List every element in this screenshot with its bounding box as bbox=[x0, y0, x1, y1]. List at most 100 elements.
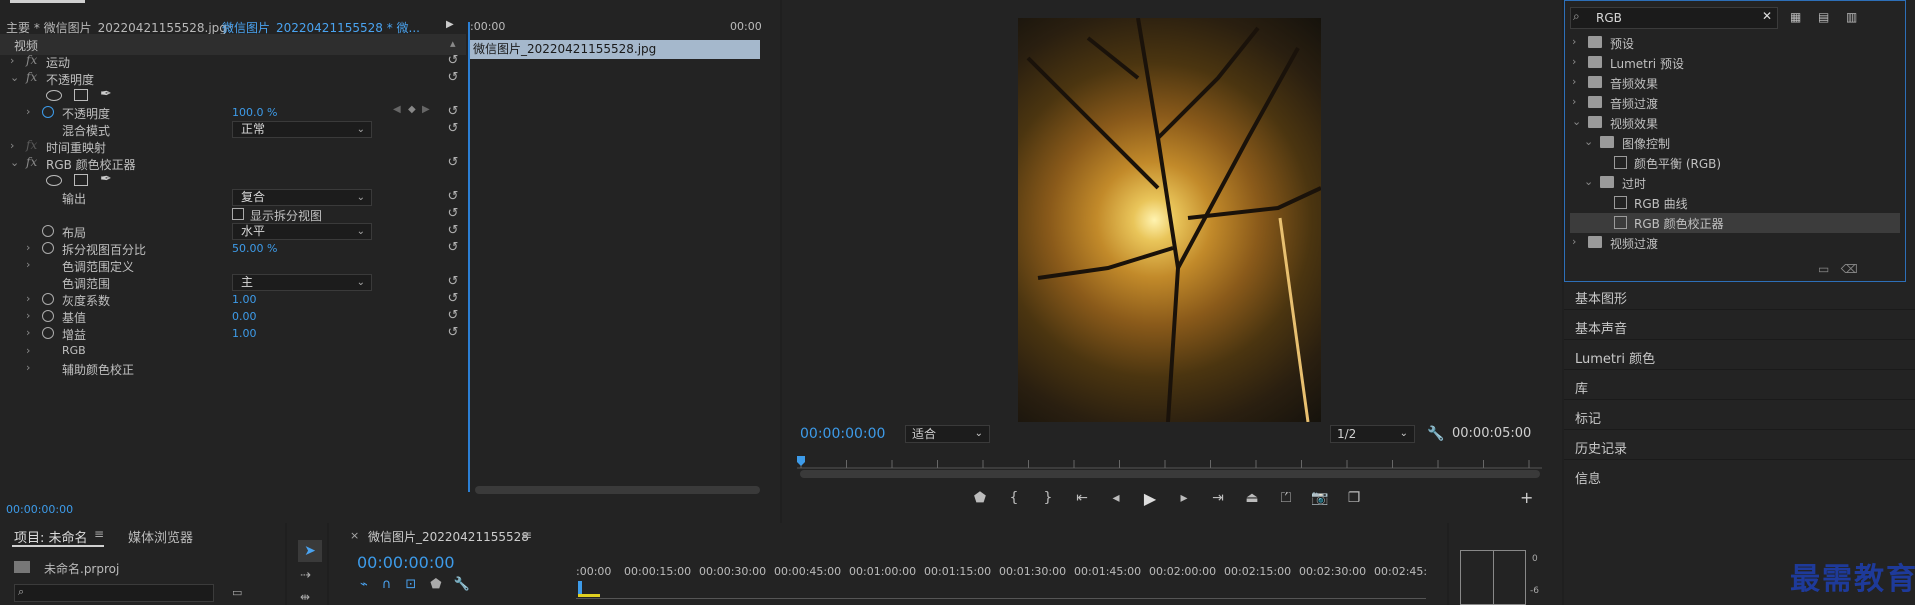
fx-icon[interactable]: fx bbox=[26, 70, 37, 84]
panel-info[interactable]: 信息 bbox=[1575, 468, 1601, 487]
play-icon[interactable]: ▶ bbox=[1140, 489, 1160, 508]
panel-libraries[interactable]: 库 bbox=[1575, 378, 1588, 397]
expand-arrow-icon[interactable]: › bbox=[1572, 235, 1576, 248]
rectangle-mask-icon[interactable] bbox=[74, 174, 88, 186]
expand-arrow-icon[interactable]: › bbox=[26, 105, 30, 118]
work-area-bar[interactable] bbox=[578, 594, 600, 597]
next-keyframe-icon[interactable]: ▶ bbox=[422, 104, 430, 115]
ec-current-time[interactable]: 00:00:00:00 bbox=[6, 503, 73, 516]
reset-icon[interactable]: ↺ bbox=[446, 309, 460, 323]
yuv-effects-icon[interactable]: ▥ bbox=[1846, 10, 1857, 24]
comparison-view-icon[interactable]: ❐ bbox=[1344, 490, 1364, 506]
export-frame-icon[interactable]: 📷 bbox=[1310, 490, 1330, 506]
panel-markers[interactable]: 标记 bbox=[1575, 408, 1601, 427]
settings-wrench-icon[interactable]: 🔧 bbox=[1427, 426, 1444, 442]
stopwatch-icon[interactable] bbox=[42, 327, 54, 339]
expand-arrow-icon[interactable]: › bbox=[26, 258, 30, 271]
expand-arrow-icon[interactable]: › bbox=[1572, 55, 1576, 68]
fx-icon[interactable]: fx bbox=[26, 155, 37, 169]
stopwatch-icon[interactable] bbox=[42, 225, 54, 237]
sequence-tab[interactable]: 微信图片_20220421155528 bbox=[368, 528, 529, 545]
tree-item-audio-effects[interactable]: › 音频效果 bbox=[1570, 73, 1900, 93]
mark-in-icon[interactable]: { bbox=[1004, 490, 1024, 506]
timeline-tools[interactable]: ⌁∩⊡⬟🔧 bbox=[360, 577, 482, 592]
panel-menu-icon[interactable]: ≡ bbox=[522, 528, 532, 542]
clear-search-icon[interactable]: ✕ bbox=[1762, 9, 1772, 23]
expand-arrow-icon[interactable]: › bbox=[1572, 75, 1576, 88]
tree-item-rgb-color-corrector[interactable]: RGB 颜色校正器 bbox=[1570, 213, 1900, 233]
param-secondary[interactable]: › 辅助颜色校正 bbox=[0, 358, 466, 379]
reset-icon[interactable]: ↺ bbox=[446, 275, 460, 289]
tree-item-color-balance-rgb[interactable]: 颜色平衡 (RGB) bbox=[1570, 153, 1900, 173]
rectangle-mask-icon[interactable] bbox=[74, 89, 88, 101]
add-keyframe-icon[interactable]: ◆ bbox=[408, 104, 416, 115]
mark-out-icon[interactable]: } bbox=[1038, 490, 1058, 506]
extract-icon[interactable]: ⏍ bbox=[1276, 490, 1296, 506]
pen-mask-icon[interactable]: ✒ bbox=[100, 86, 112, 102]
stopwatch-icon[interactable] bbox=[42, 310, 54, 322]
collapse-arrow-icon[interactable]: ⌄ bbox=[1584, 175, 1593, 188]
accelerated-effects-icon[interactable]: ▦ bbox=[1790, 10, 1801, 24]
tree-item-video-transitions[interactable]: › 视频过渡 bbox=[1570, 233, 1900, 253]
expand-arrow-icon[interactable]: › bbox=[1572, 35, 1576, 48]
reset-icon[interactable]: ↺ bbox=[446, 224, 460, 238]
param-value[interactable]: 1.00 bbox=[232, 293, 257, 306]
prev-keyframe-icon[interactable]: ◀ bbox=[393, 104, 401, 115]
new-bin-icon[interactable]: ▭ ⌫ bbox=[1818, 262, 1858, 276]
stopwatch-icon[interactable] bbox=[42, 293, 54, 305]
selection-tool-icon[interactable]: ➤ bbox=[298, 540, 322, 562]
collapse-arrow-icon[interactable]: ⌄ bbox=[10, 71, 19, 84]
fx-icon[interactable]: fx bbox=[26, 53, 37, 67]
param-value[interactable]: 100.0 % bbox=[232, 106, 277, 119]
panel-menu-icon[interactable]: ≡ bbox=[94, 527, 104, 541]
playhead-timecode[interactable]: 00:00:00:00 bbox=[800, 426, 885, 442]
new-bin-icon[interactable]: ▭ bbox=[232, 586, 242, 599]
collapse-up-icon[interactable]: ▴ bbox=[450, 37, 456, 50]
param-value[interactable]: 0.00 bbox=[232, 310, 257, 323]
clip-bar[interactable]: 微信图片_20220421155528.jpg bbox=[468, 40, 760, 59]
search-value[interactable]: RGB bbox=[1596, 11, 1622, 25]
expand-arrow-icon[interactable]: › bbox=[26, 309, 30, 322]
tree-item-presets[interactable]: › 预设 bbox=[1570, 33, 1900, 53]
pen-mask-icon[interactable]: ✒ bbox=[100, 171, 112, 187]
add-button-icon[interactable]: + bbox=[1520, 488, 1533, 507]
step-back-icon[interactable]: ◂ bbox=[1106, 490, 1126, 506]
reset-icon[interactable]: ↺ bbox=[446, 122, 460, 136]
play-only-icon[interactable]: ▶ bbox=[446, 19, 454, 30]
zoom-fit-dropdown[interactable]: 适合 ⌄ bbox=[905, 425, 990, 443]
pm-scrollbar[interactable] bbox=[800, 470, 1540, 478]
ellipse-mask-icon[interactable] bbox=[46, 90, 62, 101]
tab-media-browser[interactable]: 媒体浏览器 bbox=[128, 527, 193, 546]
timeline-timecode[interactable]: 00:00:00:00 bbox=[357, 553, 455, 572]
expand-arrow-icon[interactable]: › bbox=[26, 241, 30, 254]
reset-icon[interactable]: ↺ bbox=[446, 241, 460, 255]
reset-icon[interactable]: ↺ bbox=[446, 71, 460, 85]
reset-icon[interactable]: ↺ bbox=[446, 105, 460, 119]
tree-item-image-control[interactable]: ⌄ 图像控制 bbox=[1570, 133, 1900, 153]
expand-arrow-icon[interactable]: › bbox=[26, 326, 30, 339]
ec-ruler[interactable] bbox=[468, 18, 766, 40]
ellipse-mask-icon[interactable] bbox=[46, 175, 62, 186]
expand-arrow-icon[interactable]: › bbox=[10, 139, 14, 152]
collapse-arrow-icon[interactable]: ⌄ bbox=[1584, 135, 1593, 148]
param-value[interactable]: 50.00 % bbox=[232, 242, 277, 255]
resolution-dropdown[interactable]: 1/2 ⌄ bbox=[1330, 425, 1415, 443]
playhead-line[interactable] bbox=[468, 22, 470, 492]
reset-icon[interactable]: ↺ bbox=[446, 292, 460, 306]
32bit-effects-icon[interactable]: ▤ bbox=[1818, 10, 1829, 24]
collapse-arrow-icon[interactable]: ⌄ bbox=[1572, 115, 1581, 128]
tree-item-audio-transitions[interactable]: › 音频过渡 bbox=[1570, 93, 1900, 113]
expand-arrow-icon[interactable]: › bbox=[26, 344, 30, 357]
reset-icon[interactable]: ↺ bbox=[446, 190, 460, 204]
stopwatch-icon[interactable] bbox=[42, 242, 54, 254]
lift-icon[interactable]: ⏏ bbox=[1242, 490, 1262, 506]
tree-item-lumetri-presets[interactable]: › Lumetri 预设 bbox=[1570, 53, 1900, 73]
project-search-input[interactable] bbox=[14, 584, 214, 602]
tree-item-rgb-curves[interactable]: RGB 曲线 bbox=[1570, 193, 1900, 213]
go-to-in-icon[interactable]: ⇤ bbox=[1072, 490, 1092, 506]
reset-icon[interactable]: ↺ bbox=[446, 326, 460, 340]
close-tab-icon[interactable]: × bbox=[350, 529, 359, 542]
expand-arrow-icon[interactable]: › bbox=[26, 292, 30, 305]
panel-history[interactable]: 历史记录 bbox=[1575, 438, 1627, 457]
stopwatch-icon[interactable] bbox=[42, 106, 54, 118]
